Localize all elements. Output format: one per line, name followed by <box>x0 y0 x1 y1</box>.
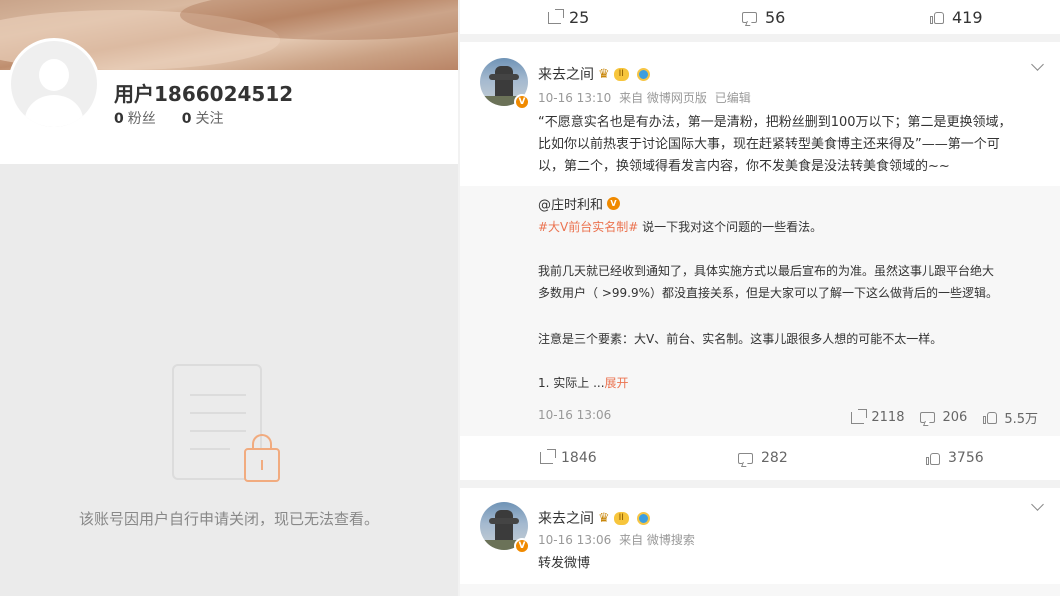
post-meta: 10-16 13:10 来自 微博网页版 已编辑 <box>538 89 755 106</box>
like-icon <box>983 411 998 424</box>
post-actions: 1846 282 3756 <box>460 440 1060 478</box>
like-icon <box>930 11 944 24</box>
repost-icon <box>540 449 556 464</box>
comment-count: 282 <box>761 450 788 466</box>
like-button[interactable]: 419 <box>930 8 983 27</box>
repost-count: 1846 <box>561 450 597 466</box>
post-meta: 10-16 13:06 来自 微博搜索 <box>538 531 699 548</box>
chevron-down-icon[interactable] <box>1031 58 1044 71</box>
repost-footer: 10-16 13:06 2118 206 5.5万 <box>538 408 1050 427</box>
repost-line: 我前几天就已经收到通知了，具体实施方式以最后宣布的为准。虽然这事儿跟平台绝大 <box>538 264 995 278</box>
repost-button[interactable]: 1846 <box>540 449 597 466</box>
like-count: 419 <box>952 8 983 27</box>
repost-line: 多数用户（ >99.9%）都没直接关系，但是大家可以了解一下这么做背后的一些逻辑… <box>538 286 998 300</box>
post-actions-prev: 25 56 419 <box>460 0 1060 34</box>
reposted-content[interactable]: @庄时利和 V #大V前台实名制# 说一下我对这个问题的一些看法。 我前几天就已… <box>460 186 1060 436</box>
level-badge: II <box>613 511 629 525</box>
comment-button[interactable]: 56 <box>742 8 785 27</box>
comment-icon <box>738 452 753 464</box>
post-source: 来自 微博搜索 <box>619 533 695 547</box>
globe-icon <box>636 511 650 525</box>
expand-link[interactable]: 展开 <box>605 376 629 390</box>
level-badge: II <box>613 67 629 81</box>
repost-icon <box>851 408 868 424</box>
verified-badge-icon: V <box>514 538 530 554</box>
repost-icon <box>548 8 564 24</box>
post-card: V 来去之间 ♛ II 10-16 13:10 来自 微博网页版 已编辑 “不愿… <box>460 42 1060 480</box>
verified-badge-icon: V <box>607 197 621 210</box>
locked-document-icon <box>172 364 282 484</box>
following-label[interactable]: 关注 <box>196 111 224 127</box>
post-time[interactable]: 10-16 13:06 <box>538 533 611 547</box>
following-count[interactable]: 0 <box>182 111 192 127</box>
followers-label[interactable]: 粉丝 <box>128 111 156 127</box>
post-author[interactable]: 来去之间 ♛ II <box>538 508 650 528</box>
repost-time[interactable]: 10-16 13:06 <box>538 408 611 422</box>
repost-line: 1. 实际上 ...展开 <box>538 376 629 390</box>
comment-button[interactable]: 206 <box>920 410 967 425</box>
repost-count: 25 <box>569 8 590 27</box>
post-author[interactable]: 来去之间 ♛ II <box>538 64 650 84</box>
feed: 25 56 419 V 来去之间 ♛ II 10-16 13:10 来自 微博网… <box>458 0 1060 596</box>
repost-button[interactable]: 2118 <box>851 408 904 425</box>
like-count: 3756 <box>948 450 984 466</box>
author-name[interactable]: 来去之间 <box>538 508 594 528</box>
profile-stats: 0 粉丝 0 关注 <box>114 108 224 128</box>
repost-line: 注意是三个要素：大V、前台、实名制。这事儿跟很多人想的可能不太一样。 <box>538 332 943 346</box>
repost-author-name[interactable]: @庄时利和 <box>538 194 603 213</box>
comment-button[interactable]: 282 <box>738 450 788 466</box>
like-button[interactable]: 3756 <box>926 450 984 466</box>
profile-username: 用户1866024512 <box>114 82 294 106</box>
profile-panel: 用户1866024512 0 粉丝 0 关注 该账号因用户自行申请关闭，现已无法查看。 <box>0 0 458 596</box>
account-closed-message: 该账号因用户自行申请关闭，现已无法查看。 <box>78 510 379 528</box>
chevron-down-icon[interactable] <box>1031 498 1044 511</box>
post-time[interactable]: 10-16 13:10 <box>538 91 611 105</box>
like-icon <box>926 452 940 465</box>
verified-badge-icon: V <box>514 94 530 110</box>
repost-line: #大V前台实名制# 说一下我对这个问题的一些看法。 <box>538 220 823 234</box>
like-button[interactable]: 5.5万 <box>983 408 1038 427</box>
comment-count: 56 <box>765 8 786 27</box>
post-card: V 来去之间 ♛ II 10-16 13:06 来自 微博搜索 转发微博 <box>460 488 1060 596</box>
hashtag-link[interactable]: #大V前台实名制# <box>538 220 638 234</box>
post-text: 转发微博 <box>538 556 591 571</box>
comment-icon <box>920 412 936 423</box>
post-text: “不愿意实名也是有办法，第一是清粉，把粉丝删到100万以下；第二是更换领域， 比… <box>538 115 1012 174</box>
author-name[interactable]: 来去之间 <box>538 64 594 84</box>
post-source: 来自 微博网页版 <box>619 91 707 105</box>
repost-author[interactable]: @庄时利和 V <box>538 194 621 213</box>
edited-label: 已编辑 <box>714 91 751 105</box>
globe-icon <box>636 67 650 81</box>
crown-icon: ♛ <box>598 510 610 526</box>
followers-count[interactable]: 0 <box>114 111 124 127</box>
repost-button[interactable]: 25 <box>548 8 589 27</box>
crown-icon: ♛ <box>598 66 610 82</box>
comment-icon <box>742 12 757 23</box>
reposted-content[interactable] <box>460 584 1060 596</box>
avatar[interactable] <box>8 38 100 130</box>
lock-icon <box>244 434 280 482</box>
